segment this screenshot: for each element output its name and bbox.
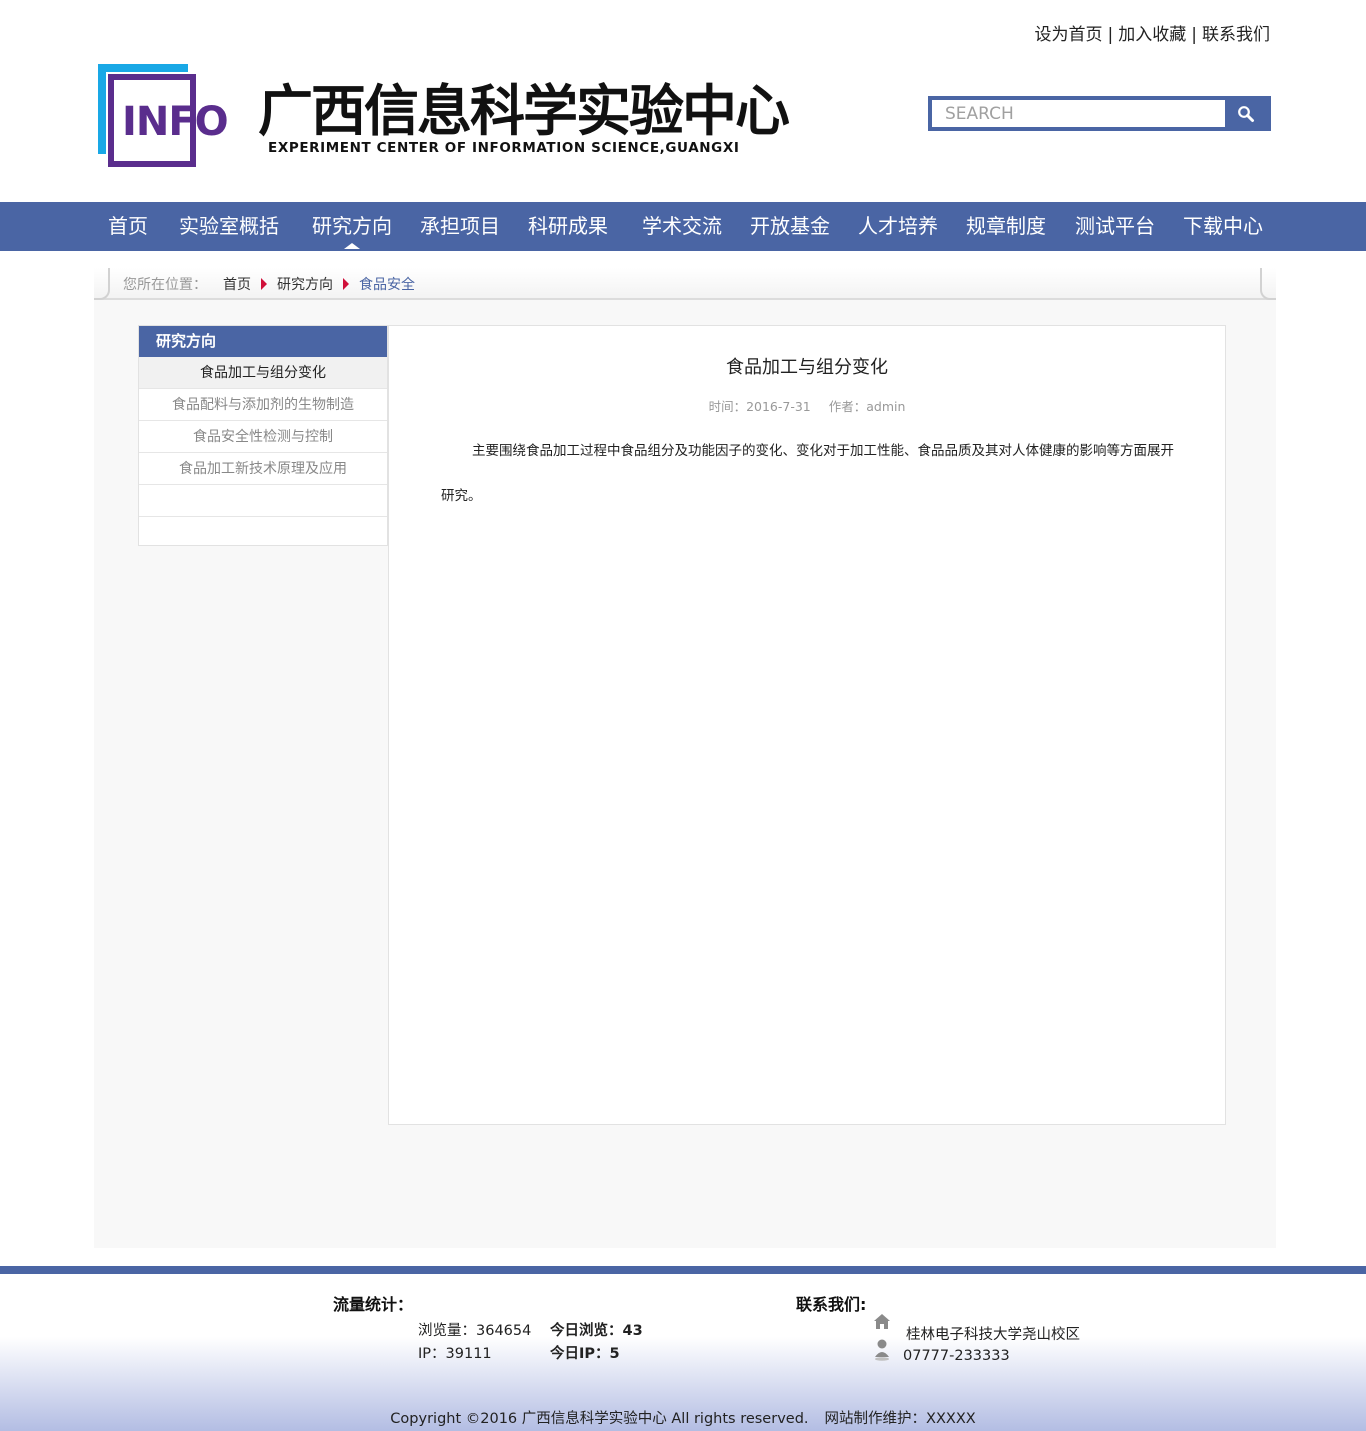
search-icon (1238, 105, 1254, 122)
nav-item-label: 研究方向 (312, 214, 392, 238)
sidebar-item-additives[interactable]: 食品配料与添加剂的生物制造 (139, 389, 387, 421)
footer: 流量统计： 浏览量：364654 今日浏览：43 IP：39111 今日IP：5… (0, 1266, 1366, 1431)
search-box (928, 96, 1271, 131)
breadcrumb-home[interactable]: 首页 (223, 274, 251, 294)
breadcrumb-bar: 您所在位置： 首页 研究方向 食品安全 (94, 268, 1276, 300)
stats-title: 流量统计： (333, 1295, 414, 1314)
breadcrumb-arrow-icon (343, 278, 349, 290)
article-body: 主要围绕食品加工过程中食品组分及功能因子的变化、变化对于加工性能、食品品质及其对… (441, 443, 1174, 504)
article-date: 时间：2016-7-31 (708, 399, 811, 414)
nav-item-regulations[interactable]: 规章制度 (966, 202, 1046, 251)
contact-title: 联系我们: (796, 1295, 867, 1314)
breadcrumb-current[interactable]: 食品安全 (359, 274, 415, 294)
nav-item-home[interactable]: 首页 (108, 202, 148, 251)
main-nav: 首页 实验室概括 研究方向 承担项目 科研成果 学术交流 开放基金 人才培养 规… (0, 202, 1366, 251)
search-button[interactable] (1225, 100, 1267, 127)
logo-mark-text: INFO (122, 99, 229, 145)
active-caret-icon (344, 243, 360, 249)
nav-item-open-fund[interactable]: 开放基金 (750, 202, 830, 251)
add-favorite-link[interactable]: 加入收藏 (1118, 25, 1186, 45)
article-author: 作者：admin (828, 399, 906, 414)
stats-today-views-value: 今日浏览：43 (550, 1323, 643, 1339)
nav-item-projects[interactable]: 承担项目 (420, 202, 500, 251)
stats-today-ip-value: 今日IP：5 (550, 1346, 620, 1362)
search-input[interactable] (932, 100, 1225, 127)
contact-us-link[interactable]: 联系我们 (1202, 25, 1270, 45)
site-title: 广西信息科学实验中心 (258, 79, 790, 143)
sidebar: 研究方向 食品加工与组分变化 食品配料与添加剂的生物制造 食品安全性检测与控制 … (138, 325, 398, 546)
copyright: Copyright ©2016 广西信息科学实验中心 All rights re… (0, 1407, 1366, 1428)
nav-item-talent[interactable]: 人才培养 (858, 202, 938, 251)
nav-item-test-platform[interactable]: 测试平台 (1075, 202, 1155, 251)
contact-address: 桂林电子科技大学尧山校区 (906, 1327, 1080, 1343)
maintainer-text: 网站制作维护：XXXXX (824, 1411, 976, 1427)
content-wrapper: 您所在位置： 首页 研究方向 食品安全 研究方向 食品加工与组分变化 食品配料与… (94, 268, 1276, 1248)
nav-item-research[interactable]: 研究方向 (312, 202, 392, 251)
breadcrumb-label: 您所在位置： (123, 277, 207, 293)
top-links: 设为首页 | 加入收藏 | 联系我们 (1035, 20, 1270, 45)
stats-today-views: 今日浏览：43 (550, 1319, 643, 1340)
stats-today-ip: 今日IP：5 (550, 1342, 620, 1363)
article-title: 食品加工与组分变化 (726, 357, 888, 378)
top-link-separator: | (1191, 25, 1197, 45)
person-icon (875, 1339, 889, 1361)
contact-phone: 07777-233333 (903, 1348, 1010, 1364)
article: 食品加工与组分变化 时间：2016-7-31 作者：admin 主要围绕食品加工过… (388, 325, 1226, 1125)
sidebar-title: 研究方向 (139, 326, 387, 357)
sidebar-item-food-processing[interactable]: 食品加工与组分变化 (139, 357, 398, 389)
nav-item-achievements[interactable]: 科研成果 (528, 202, 608, 251)
home-icon (874, 1314, 890, 1329)
top-link-separator: | (1107, 25, 1114, 45)
nav-item-academic-exchange[interactable]: 学术交流 (642, 202, 722, 251)
stats-ip: IP：39111 (418, 1346, 492, 1362)
nav-item-lab-overview[interactable]: 实验室概括 (179, 202, 279, 251)
set-homepage-link[interactable]: 设为首页 (1035, 25, 1103, 45)
stats-views: 浏览量：364654 (418, 1323, 532, 1339)
sidebar-item-empty (139, 485, 387, 517)
site-subtitle: EXPERIMENT CENTER OF INFORMATION SCIENCE… (268, 140, 740, 156)
nav-item-downloads[interactable]: 下载中心 (1183, 202, 1263, 251)
breadcrumb: 您所在位置： 首页 研究方向 食品安全 (123, 274, 415, 294)
breadcrumb-arrow-icon (261, 278, 267, 290)
sidebar-item-safety-testing[interactable]: 食品安全性检测与控制 (139, 421, 387, 453)
copyright-text: Copyright ©2016 广西信息科学实验中心 All rights re… (390, 1411, 809, 1427)
site-logo[interactable]: INFO (98, 64, 229, 168)
sidebar-item-new-technology[interactable]: 食品加工新技术原理及应用 (139, 453, 387, 485)
article-meta: 时间：2016-7-31 作者：admin (389, 396, 1225, 415)
breadcrumb-research[interactable]: 研究方向 (277, 274, 333, 294)
